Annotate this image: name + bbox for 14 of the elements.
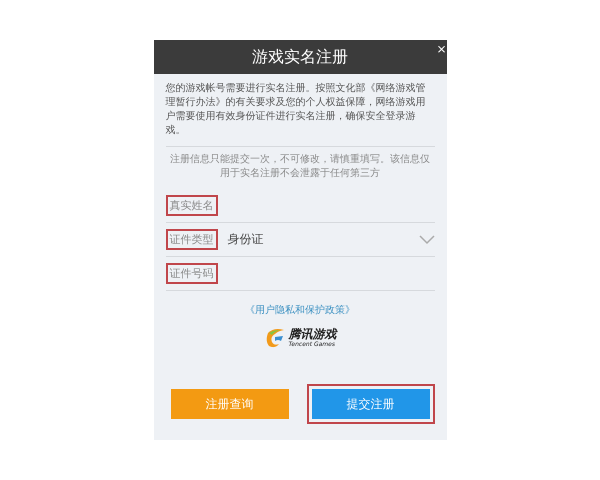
field-label: 真实姓名	[166, 195, 218, 216]
dialog-title: 游戏实名注册	[252, 46, 348, 68]
logo-name: 腾讯游戏	[288, 328, 336, 341]
submit-button[interactable]: 提交注册	[312, 389, 430, 419]
field-label: 证件类型	[166, 229, 218, 250]
intro-text: 您的游戏帐号需要进行实名注册。按照文化部《网络游戏管理暂行办法》的有关要求及您的个人权益保障，网络游戏用户需要使用有效身份证件进行实名注册，确保安全登录游戏。	[166, 82, 426, 138]
notice-text: 注册信息只能提交一次，不可修改，请慎重填写。该信息仅用于实名注册不会泄露于任何第三方	[169, 153, 431, 181]
logo-icon	[264, 327, 286, 349]
close-button[interactable]: ×	[436, 42, 446, 56]
privacy-policy-link[interactable]: 《用户隐私和保护政策》	[245, 303, 355, 317]
chevron-down-icon	[418, 234, 434, 244]
id-type-dropdown[interactable]: 身份证	[228, 226, 434, 252]
query-button[interactable]: 注册查询	[170, 389, 288, 419]
field-label: 证件号码	[166, 263, 218, 284]
